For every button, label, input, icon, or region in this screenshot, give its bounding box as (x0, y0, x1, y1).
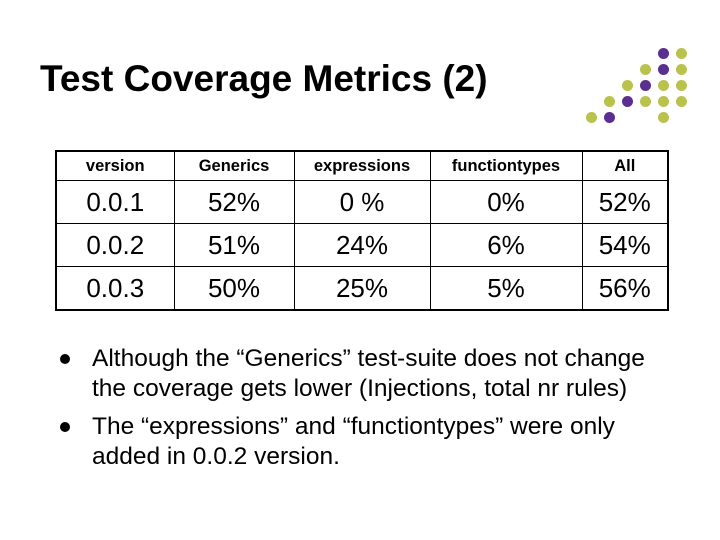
bullet-text: The “expressions” and “functiontypes” we… (92, 412, 664, 472)
coverage-table: version Generics expressions functiontyp… (55, 150, 669, 311)
cell-version: 0.0.2 (56, 224, 174, 267)
table-row: 0.0.2 51% 24% 6% 54% (56, 224, 668, 267)
cell-all: 54% (582, 224, 668, 267)
col-header-version: version (56, 151, 174, 181)
cell-functiontypes: 6% (430, 224, 582, 267)
list-item: The “expressions” and “functiontypes” we… (60, 412, 664, 472)
cell-functiontypes: 5% (430, 267, 582, 311)
bullet-list: Although the “Generics” test-suite does … (60, 344, 664, 480)
cell-version: 0.0.1 (56, 181, 174, 224)
cell-functiontypes: 0% (430, 181, 582, 224)
col-header-expressions: expressions (294, 151, 430, 181)
page-title: Test Coverage Metrics (2) (40, 58, 488, 100)
col-header-functiontypes: functiontypes (430, 151, 582, 181)
table-header-row: version Generics expressions functiontyp… (56, 151, 668, 181)
cell-expressions: 0 % (294, 181, 430, 224)
cell-all: 56% (582, 267, 668, 311)
col-header-generics: Generics (174, 151, 294, 181)
cell-all: 52% (582, 181, 668, 224)
bullet-text: Although the “Generics” test-suite does … (92, 344, 664, 404)
cell-expressions: 24% (294, 224, 430, 267)
list-item: Although the “Generics” test-suite does … (60, 344, 664, 404)
cell-generics: 51% (174, 224, 294, 267)
table-row: 0.0.3 50% 25% 5% 56% (56, 267, 668, 311)
bullet-icon (60, 422, 70, 432)
col-header-all: All (582, 151, 668, 181)
cell-expressions: 25% (294, 267, 430, 311)
bullet-icon (60, 354, 70, 364)
cell-generics: 50% (174, 267, 294, 311)
table-row: 0.0.1 52% 0 % 0% 52% (56, 181, 668, 224)
decorative-dot-grid (588, 46, 698, 121)
cell-generics: 52% (174, 181, 294, 224)
cell-version: 0.0.3 (56, 267, 174, 311)
